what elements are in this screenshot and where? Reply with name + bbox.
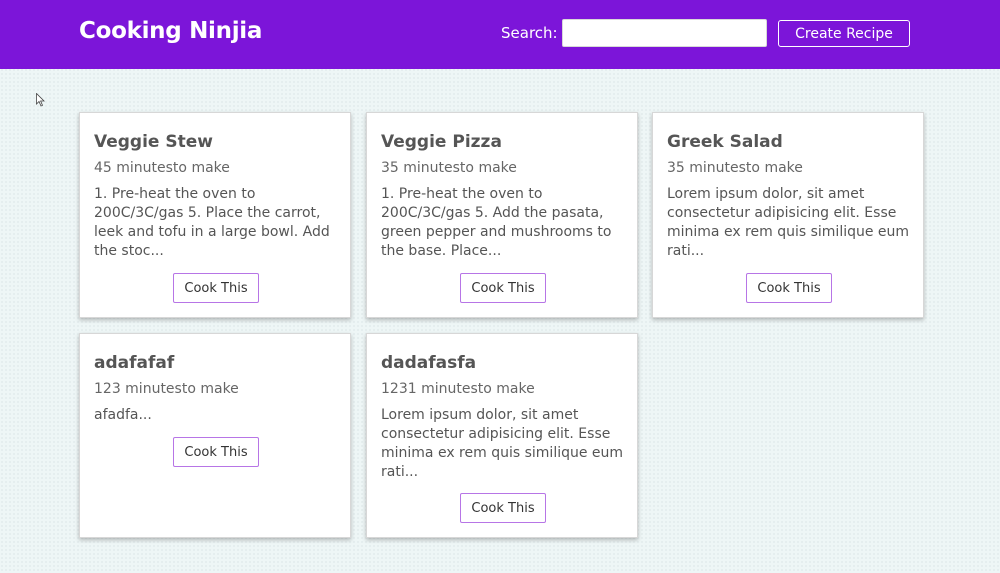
recipe-time: 45 minutesto make	[94, 160, 230, 176]
create-recipe-button[interactable]: Create Recipe	[778, 20, 910, 47]
recipe-time: 123 minutesto make	[94, 381, 239, 397]
recipe-method: Lorem ipsum dolor, sit amet consectetur …	[667, 186, 910, 259]
recipe-time: 35 minutesto make	[381, 160, 517, 176]
navbar: Cooking Ninjia Search: Create Recipe	[0, 0, 1000, 69]
recipe-method: 1. Pre-heat the oven to 200C/3C/gas 5. A…	[381, 186, 612, 259]
recipe-method: 1. Pre-heat the oven to 200C/3C/gas 5. P…	[94, 186, 330, 259]
recipe-card: Veggie Pizza 35 minutesto make 1. Pre-he…	[366, 112, 638, 318]
recipe-title: dadafasfa	[381, 353, 477, 373]
cook-this-button[interactable]: Cook This	[173, 273, 259, 303]
recipe-time: 1231 minutesto make	[381, 381, 535, 397]
recipe-title: Greek Salad	[667, 132, 783, 152]
recipe-card: Greek Salad 35 minutesto make Lorem ipsu…	[652, 112, 924, 318]
recipe-card: Veggie Stew 45 minutesto make 1. Pre-hea…	[79, 112, 351, 318]
recipe-method: Lorem ipsum dolor, sit amet consectetur …	[381, 407, 624, 480]
cook-this-button[interactable]: Cook This	[460, 273, 546, 303]
recipe-card: adafafaf 123 minutesto make afadfa... Co…	[79, 333, 351, 538]
brand-logo[interactable]: Cooking Ninjia	[79, 18, 262, 44]
recipe-time: 35 minutesto make	[667, 160, 803, 176]
recipe-title: Veggie Stew	[94, 132, 213, 152]
cook-this-button[interactable]: Cook This	[746, 273, 832, 303]
search-label: Search:	[501, 24, 558, 42]
recipe-title: Veggie Pizza	[381, 132, 502, 152]
recipe-card: dadafasfa 1231 minutesto make Lorem ipsu…	[366, 333, 638, 538]
mouse-pointer-icon	[36, 93, 45, 107]
recipe-method: afadfa...	[94, 407, 152, 423]
cook-this-button[interactable]: Cook This	[460, 493, 546, 523]
cook-this-button[interactable]: Cook This	[173, 437, 259, 467]
recipe-title: adafafaf	[94, 353, 175, 373]
search-input[interactable]	[562, 19, 767, 47]
